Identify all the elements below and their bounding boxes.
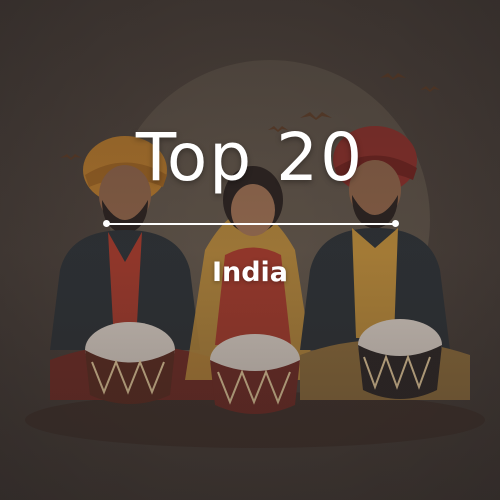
playlist-subtitle: India — [211, 257, 289, 288]
playlist-title: Top 20 — [135, 119, 365, 196]
dark-overlay — [0, 0, 500, 500]
title-divider — [103, 220, 399, 227]
playlist-cover[interactable]: Top 20 India — [0, 0, 500, 500]
